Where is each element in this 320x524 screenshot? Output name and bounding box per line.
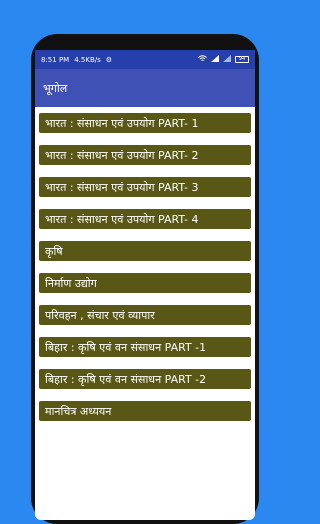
wifi-icon <box>198 55 207 64</box>
status-bar: 8:51 PM 4.5KB/s ⚙ 94 <box>35 50 255 69</box>
list-item[interactable]: मानचित्र अध्ययन <box>39 401 251 421</box>
list-item-label: बिहार : कृषि एवं वन संसाधन PART -1 <box>45 340 207 354</box>
list-item-label: भारत : संसाधन एवं उपयोग PART- 3 <box>45 180 199 194</box>
status-time: 8:51 PM <box>41 55 70 64</box>
list-item[interactable]: परिवहन , संचार एवं व्यापार <box>39 305 251 325</box>
settings-gear-icon: ⚙ <box>105 55 113 64</box>
list-item-label: कृषि <box>45 244 63 258</box>
signal-secondary-icon <box>223 55 231 64</box>
list-item[interactable]: बिहार : कृषि एवं वन संसाधन PART -1 <box>39 337 251 357</box>
list-item[interactable]: भारत : संसाधन एवं उपयोग PART- 2 <box>39 145 251 165</box>
topic-list: भारत : संसाधन एवं उपयोग PART- 1 भारत : स… <box>35 107 255 421</box>
list-item-label: परिवहन , संचार एवं व्यापार <box>45 308 155 322</box>
list-item[interactable]: भारत : संसाधन एवं उपयोग PART- 1 <box>39 113 251 133</box>
list-item[interactable]: निर्माण उद्योग <box>39 273 251 293</box>
list-item-label: बिहार : कृषि एवं वन संसाधन PART -2 <box>45 372 207 386</box>
list-item[interactable]: बिहार : कृषि एवं वन संसाधन PART -2 <box>39 369 251 389</box>
battery-icon: 94 <box>235 56 249 63</box>
list-item[interactable]: कृषि <box>39 241 251 261</box>
app-bar: भूगोल <box>35 69 255 107</box>
list-item[interactable]: भारत : संसाधन एवं उपयोग PART- 3 <box>39 177 251 197</box>
network-speed: 4.5KB/s <box>74 55 101 64</box>
list-item-label: भारत : संसाधन एवं उपयोग PART- 2 <box>45 148 199 162</box>
signal-icon <box>211 55 219 64</box>
battery-level: 94 <box>238 56 246 62</box>
list-item-label: मानचित्र अध्ययन <box>45 404 112 418</box>
list-item-label: निर्माण उद्योग <box>45 276 97 290</box>
list-item-label: भारत : संसाधन एवं उपयोग PART- 1 <box>45 116 199 130</box>
app-title: भूगोल <box>43 81 68 95</box>
list-item[interactable]: भारत : संसाधन एवं उपयोग PART- 4 <box>39 209 251 229</box>
phone-screen: 8:51 PM 4.5KB/s ⚙ 94 भूगोल भारत : संसाधन… <box>35 50 255 520</box>
list-item-label: भारत : संसाधन एवं उपयोग PART- 4 <box>45 212 199 226</box>
